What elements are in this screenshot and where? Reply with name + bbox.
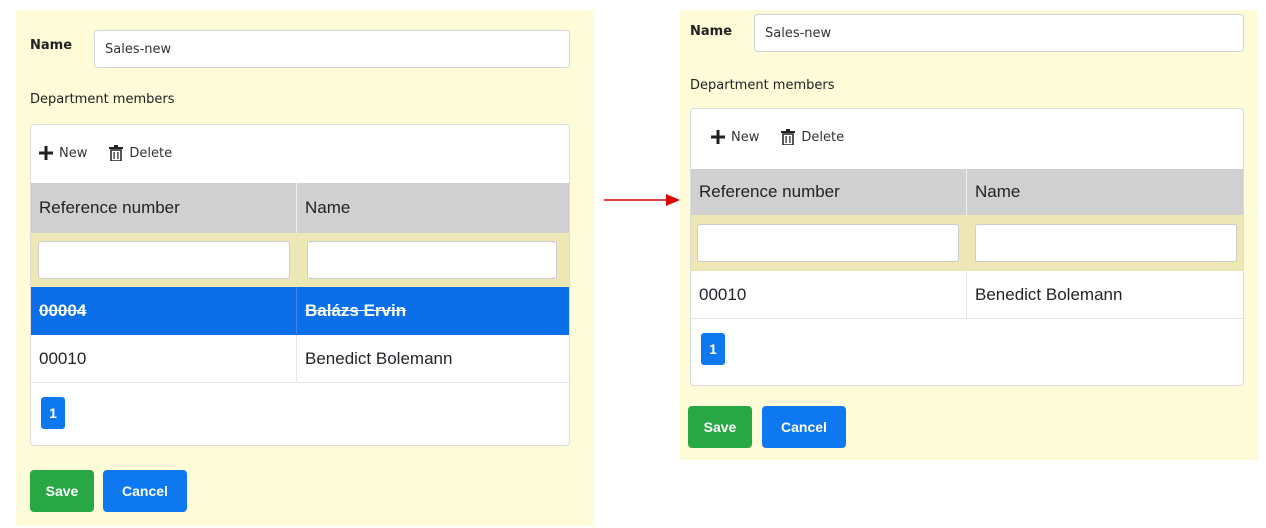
trash-icon <box>109 145 124 161</box>
filter-reference-number-input[interactable] <box>38 241 290 279</box>
column-header-name[interactable]: Name <box>297 183 569 233</box>
trash-icon <box>781 129 796 145</box>
name-input[interactable] <box>754 14 1244 52</box>
column-header-reference-number[interactable]: Reference number <box>691 169 967 215</box>
new-button[interactable]: New <box>711 130 759 145</box>
cell-reference-number: 00004 <box>31 287 297 334</box>
department-members-grid: New Delete Reference number Name 00010 B… <box>690 108 1244 386</box>
column-header-reference-number[interactable]: Reference number <box>31 183 297 233</box>
arrow-right-icon <box>604 194 680 206</box>
grid-toolbar: New Delete <box>691 109 1243 165</box>
grid-filter-row <box>691 215 1243 271</box>
delete-button[interactable]: Delete <box>781 129 844 145</box>
cancel-button[interactable]: Cancel <box>762 406 846 448</box>
delete-button-label: Delete <box>801 129 845 145</box>
table-row[interactable]: 00004 Balázs Ervin <box>31 287 569 335</box>
save-button[interactable]: Save <box>688 406 752 448</box>
new-button-label: New <box>59 145 88 161</box>
cell-reference-number: 00010 <box>691 271 967 318</box>
form-panel-before: Name Department members New Delete Refer… <box>16 10 594 526</box>
delete-button-label: Delete <box>129 145 173 161</box>
delete-button[interactable]: Delete <box>109 145 172 161</box>
cell-name: Balázs Ervin <box>305 300 407 320</box>
pagination-page-1[interactable]: 1 <box>41 397 65 429</box>
table-row[interactable]: 00010 Benedict Bolemann <box>31 335 569 383</box>
save-button[interactable]: Save <box>30 470 94 512</box>
plus-icon <box>39 146 53 160</box>
filter-reference-number-input[interactable] <box>697 224 959 262</box>
cell-reference-number: 00010 <box>31 335 297 382</box>
new-button[interactable]: New <box>39 146 87 161</box>
column-header-name[interactable]: Name <box>967 169 1243 215</box>
name-label: Name <box>30 38 73 53</box>
department-members-grid: New Delete Reference number Name 00004 B… <box>30 124 570 446</box>
grid-header: Reference number Name <box>691 169 1243 215</box>
plus-icon <box>711 130 725 144</box>
grid-filter-row <box>31 233 569 287</box>
grid-header: Reference number Name <box>31 183 569 233</box>
new-button-label: New <box>731 129 760 145</box>
department-members-label: Department members <box>690 78 835 93</box>
name-input[interactable] <box>94 30 570 68</box>
filter-name-input[interactable] <box>307 241 557 279</box>
cell-name: Benedict Bolemann <box>305 348 453 368</box>
filter-name-input[interactable] <box>975 224 1237 262</box>
cell-name: Benedict Bolemann <box>975 284 1123 304</box>
form-panel-after: Name Department members New Delete Refer… <box>680 10 1258 460</box>
department-members-label: Department members <box>30 92 175 107</box>
grid-toolbar: New Delete <box>31 125 569 181</box>
table-row[interactable]: 00010 Benedict Bolemann <box>691 271 1243 319</box>
cancel-button[interactable]: Cancel <box>103 470 187 512</box>
pagination-page-1[interactable]: 1 <box>701 333 725 365</box>
name-label: Name <box>690 24 733 39</box>
